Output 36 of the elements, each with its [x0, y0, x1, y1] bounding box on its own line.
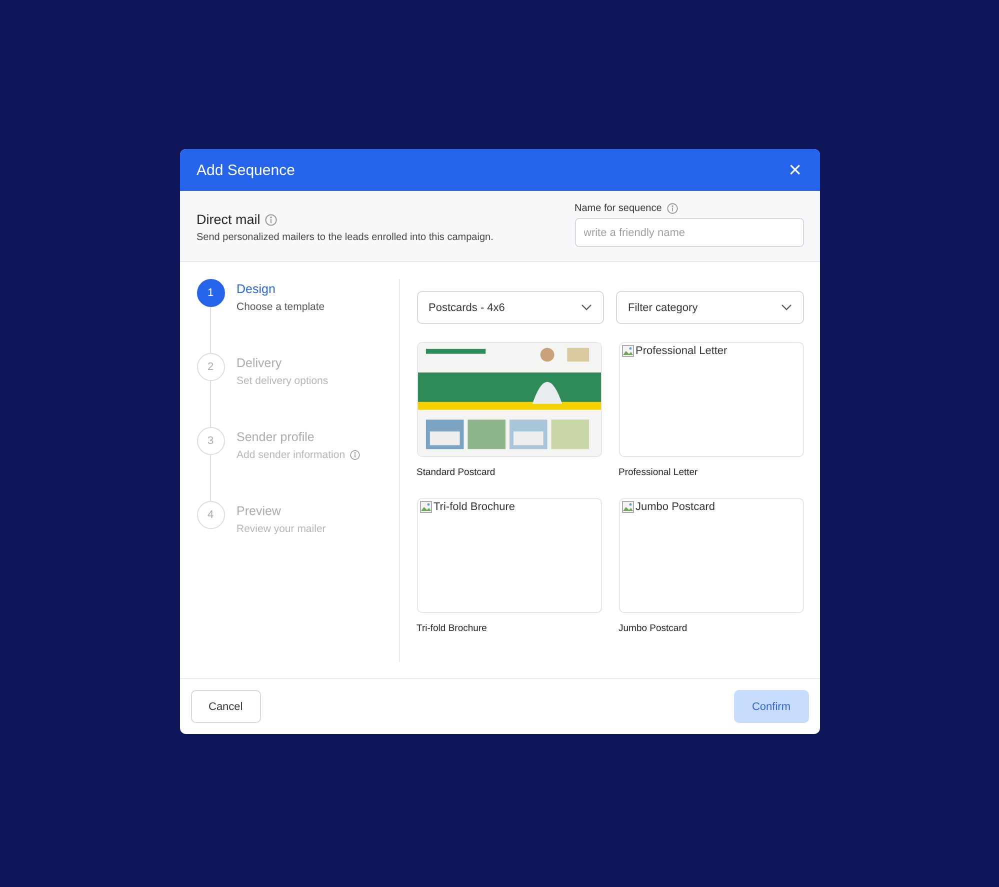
section-description: Send personalized mailers to the leads enrolled into this campaign.	[196, 232, 494, 243]
step-title: Design	[236, 282, 276, 296]
broken-image-icon	[420, 501, 432, 513]
template-name: Professional Letter	[618, 467, 699, 478]
step-number[interactable]: 1	[196, 279, 224, 307]
image-alt-text: Professional Letter	[620, 343, 730, 359]
template-thumbnail[interactable]: Professional Letter	[618, 342, 804, 457]
template-name: Standard Postcard	[416, 467, 496, 478]
field-label: Name for sequence	[574, 203, 662, 214]
close-button[interactable]: ×	[786, 159, 804, 181]
broken-image-icon	[622, 345, 634, 357]
step-title: Preview	[236, 504, 282, 518]
info-icon	[666, 203, 678, 214]
info-icon	[350, 450, 360, 460]
info-icon	[265, 214, 278, 226]
dropdown[interactable]: Postcards - 4x6	[416, 291, 604, 324]
step-subtitle: Set delivery options	[236, 375, 328, 387]
step-subtitle: Add sender information	[236, 449, 346, 461]
chevron-down-icon	[581, 304, 592, 311]
step-subtitle: Review your mailer	[236, 523, 326, 535]
image-alt-text: Tri-fold Brochure	[418, 499, 518, 515]
template-thumbnail[interactable]: Jumbo Postcard	[618, 498, 804, 613]
dialog-title: Add Sequence	[196, 162, 295, 178]
template-name: Tri-fold Brochure	[416, 623, 488, 634]
cancel-button[interactable]: Cancel	[190, 690, 261, 723]
image-alt-text: Jumbo Postcard	[620, 499, 717, 515]
dropdown[interactable]: Filter category	[616, 291, 804, 324]
step-title: Delivery	[236, 356, 283, 370]
step-subtitle: Choose a template	[236, 301, 325, 313]
section-title: Direct mail	[196, 212, 260, 227]
step-title: Sender profile	[236, 430, 316, 444]
name-input-field[interactable]: write a friendly name	[574, 218, 804, 247]
chevron-down-icon	[780, 304, 792, 311]
template-thumbnail[interactable]: Tri-fold Brochure	[416, 498, 602, 613]
broken-image-icon	[622, 501, 634, 513]
template-name: Jumbo Postcard	[618, 623, 688, 634]
